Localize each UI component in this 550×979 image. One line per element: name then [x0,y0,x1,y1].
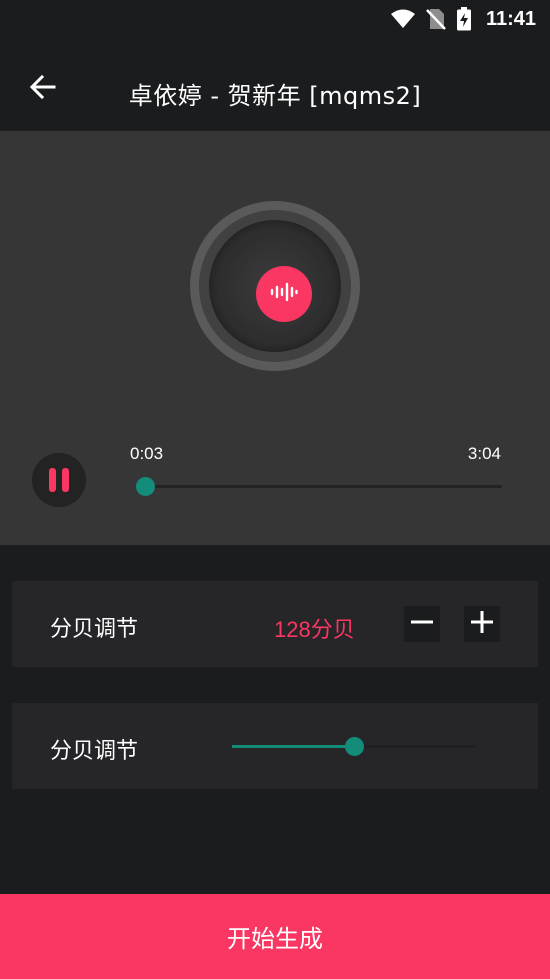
vinyl-disc [190,201,360,371]
decibel-label: 分贝调节 [50,617,139,642]
page-title: 卓依婷 - 贺新年 [mqms2] [128,82,422,110]
decrease-button[interactable] [404,606,440,642]
pause-icon [49,468,69,492]
audio-wave-icon [269,282,299,306]
current-time: 0:03 [130,444,164,463]
decibel-slider-thumb[interactable] [344,737,364,756]
generate-button-label: 开始生成 [227,925,323,953]
disc-center-button[interactable] [256,266,312,322]
minus-icon [410,610,434,638]
progress-thumb[interactable] [136,477,156,496]
decibel-stepper-card: 分贝调节 128分贝 [12,581,538,667]
generate-button[interactable]: 开始生成 [0,894,550,979]
screen: 11:41 卓依婷 - 贺新年 [mqms2] 0:03 3:04 分贝调节 1… [0,0,550,979]
no-sim-icon [426,8,446,30]
pause-button[interactable] [32,453,86,507]
status-time: 11:41 [485,7,536,30]
progress-track[interactable] [140,485,502,488]
player-panel: 0:03 3:04 [0,131,550,545]
decibel-slider-card: 分贝调节 [12,703,538,789]
status-bar: 11:41 [0,0,550,38]
vinyl-disc-surface [209,220,341,352]
decibel-slider-fill [232,745,354,748]
increase-button[interactable] [464,606,500,642]
wifi-icon [390,9,416,29]
total-time: 3:04 [467,444,501,463]
app-bar: 卓依婷 - 贺新年 [mqms2] [0,38,550,131]
slider-label: 分贝调节 [50,739,139,764]
plus-icon [470,610,494,638]
decibel-value: 128分贝 [274,617,355,642]
battery-charging-icon [456,7,472,31]
